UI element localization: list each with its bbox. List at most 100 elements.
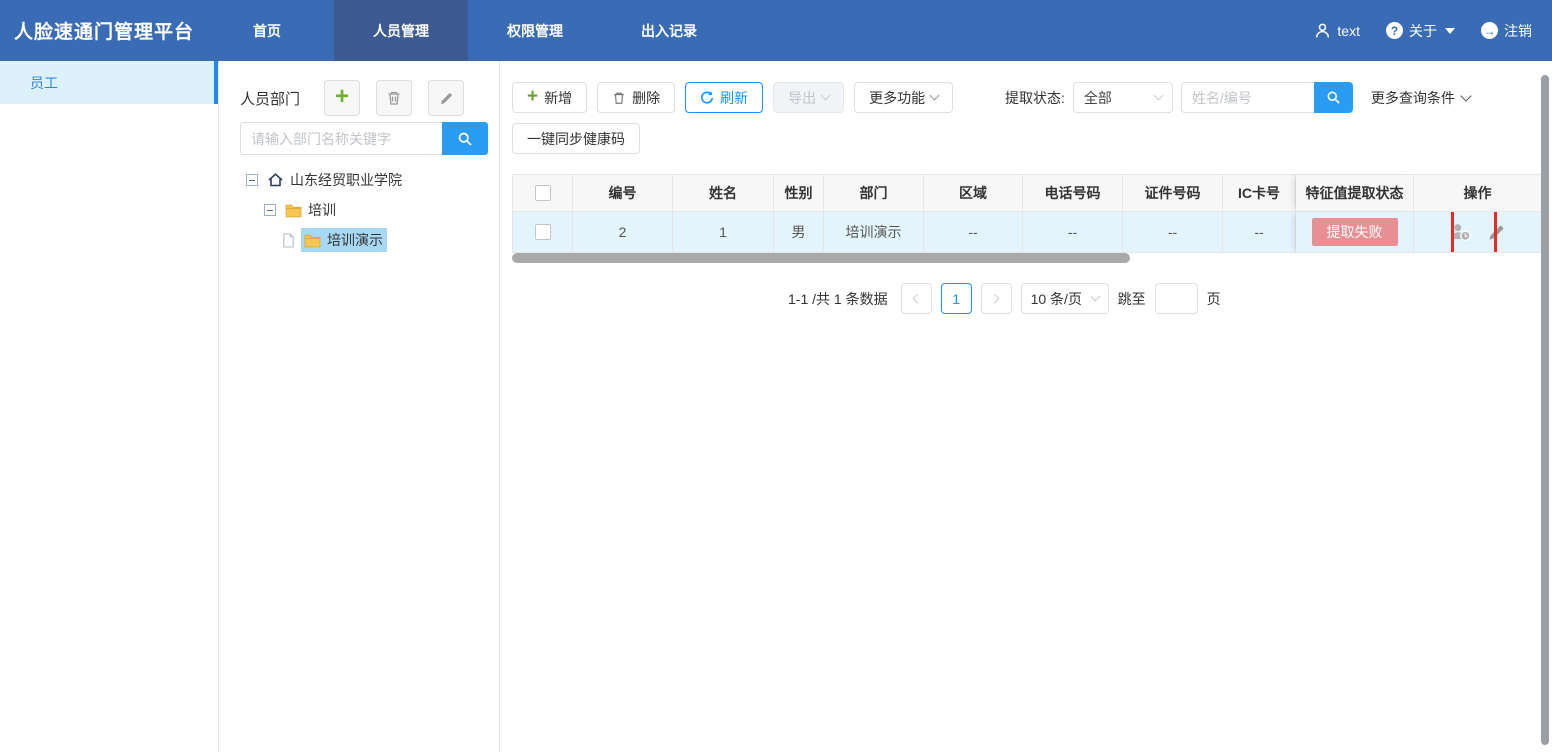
export-button-label: 导出 [788, 88, 816, 108]
department-panel: 人员部门 + [220, 61, 500, 752]
add-department-button[interactable]: + [324, 80, 360, 116]
tree-node-label: 山东经贸职业学院 [290, 170, 402, 190]
add-button-label: 新增 [544, 88, 572, 108]
cell-phone: -- [1023, 212, 1123, 253]
status-badge-failed: 提取失败 [1312, 218, 1398, 246]
tree-node-training[interactable]: 培训 [264, 199, 486, 221]
tree-node-training-demo[interactable]: 培训演示 [282, 229, 486, 251]
filter-bar: 提取状态: 全部 更多查询条件 [1005, 82, 1470, 113]
add-button[interactable]: + 新增 [512, 82, 587, 113]
col-ic-card: IC卡号 [1223, 175, 1296, 212]
home-icon [267, 172, 284, 188]
cell-id: 2 [573, 212, 673, 253]
about-menu[interactable]: ? 关于 [1386, 21, 1455, 41]
col-name: 姓名 [673, 175, 774, 212]
personnel-table: 编号 姓名 性别 部门 区域 电话号码 证件号码 IC卡号 特征值提取状态 操作… [512, 174, 1541, 253]
refresh-button[interactable]: 刷新 [685, 82, 763, 113]
collapse-icon[interactable] [246, 174, 258, 186]
status-filter-select[interactable]: 全部 [1073, 82, 1173, 113]
department-search-button[interactable] [442, 122, 488, 155]
row-checkbox-cell [513, 212, 573, 253]
document-icon [282, 233, 295, 248]
logout-button[interactable]: → 注销 [1481, 21, 1532, 41]
department-search-input[interactable] [240, 122, 442, 155]
sidebar-item-label: 员工 [30, 73, 58, 93]
tab-home[interactable]: 首页 [200, 0, 334, 61]
edit-row-icon[interactable] [1487, 223, 1506, 242]
logout-label: 注销 [1504, 21, 1532, 41]
tree-node-label: 培训 [308, 200, 336, 220]
department-panel-title: 人员部门 [240, 88, 300, 109]
name-search [1181, 82, 1353, 113]
delete-button[interactable]: 删除 [597, 82, 675, 113]
cell-operation [1414, 212, 1542, 253]
toolbar-row2: 一键同步健康码 [512, 123, 640, 154]
col-phone: 电话号码 [1023, 175, 1123, 212]
chevron-down-icon [930, 91, 940, 101]
about-label: 关于 [1409, 21, 1437, 41]
plus-icon: + [335, 85, 349, 109]
more-query-link[interactable]: 更多查询条件 [1371, 88, 1470, 108]
more-query-label: 更多查询条件 [1371, 88, 1455, 108]
col-gender: 性别 [774, 175, 824, 212]
user-menu[interactable]: text [1314, 22, 1360, 39]
sidebar-item-employee[interactable]: 员工 [0, 61, 218, 104]
pencil-icon [439, 91, 454, 106]
page-size-value: 10 条/页 [1031, 289, 1082, 309]
table-row: 2 1 男 培训演示 -- -- -- -- 提取失败 [513, 212, 1541, 253]
page-number-button[interactable]: 1 [941, 283, 972, 314]
pagination: 1-1 /共 1 条数据 1 10 条/页 跳至 页 [788, 283, 1221, 314]
magnifier-icon [1326, 90, 1341, 105]
plus-icon: + [527, 87, 538, 106]
next-page-button[interactable] [981, 283, 1012, 314]
trash-icon [612, 91, 626, 105]
delete-department-button[interactable] [376, 80, 412, 116]
user-icon [1314, 22, 1331, 39]
cell-name: 1 [673, 212, 774, 253]
col-id: 编号 [573, 175, 673, 212]
more-functions-button[interactable]: 更多功能 [854, 82, 953, 113]
horizontal-scrollbar-thumb[interactable] [512, 253, 1130, 263]
jump-page-input[interactable] [1155, 283, 1198, 314]
person-auth-icon[interactable] [1449, 222, 1473, 242]
edit-department-button[interactable] [428, 80, 464, 116]
left-sidebar: 员工 [0, 61, 219, 752]
status-filter-label: 提取状态: [1005, 88, 1065, 108]
tree-node-label: 培训演示 [327, 230, 383, 250]
chevron-left-icon [913, 294, 923, 304]
cell-ic-card: -- [1223, 212, 1296, 253]
tab-personnel[interactable]: 人员管理 [334, 0, 468, 61]
select-all-checkbox[interactable] [535, 185, 551, 201]
table-header-row: 编号 姓名 性别 部门 区域 电话号码 证件号码 IC卡号 特征值提取状态 操作 [513, 175, 1541, 212]
delete-button-label: 删除 [632, 88, 660, 108]
cell-gender: 男 [774, 212, 824, 253]
department-panel-header: 人员部门 + [240, 80, 480, 116]
cell-department: 培训演示 [824, 212, 924, 253]
page-size-select[interactable]: 10 条/页 [1021, 283, 1109, 314]
user-label: text [1337, 23, 1360, 39]
vertical-scrollbar-thumb[interactable] [1541, 75, 1549, 745]
export-button[interactable]: 导出 [773, 82, 844, 113]
header-right: text ? 关于 → 注销 [1314, 21, 1552, 41]
prev-page-button[interactable] [901, 283, 932, 314]
sync-health-code-label: 一键同步健康码 [527, 129, 625, 149]
tree-node-selected[interactable]: 培训演示 [301, 228, 387, 252]
col-feature-status: 特征值提取状态 [1296, 175, 1414, 212]
chevron-down-icon [1153, 91, 1163, 101]
col-id-number: 证件号码 [1123, 175, 1223, 212]
name-search-input[interactable] [1181, 82, 1314, 113]
tab-permissions[interactable]: 权限管理 [468, 0, 602, 61]
question-icon: ? [1386, 22, 1403, 39]
magnifier-icon [457, 131, 473, 147]
folder-icon [285, 203, 302, 218]
tree-node-college[interactable]: 山东经贸职业学院 [246, 169, 486, 191]
cell-feature-status: 提取失败 [1296, 212, 1414, 253]
tab-access-records[interactable]: 出入记录 [602, 0, 736, 61]
collapse-icon[interactable] [264, 204, 276, 216]
name-search-button[interactable] [1314, 82, 1353, 113]
main-content: + 新增 删除 刷新 导出 更多功能 [500, 61, 1552, 752]
col-operation: 操作 [1414, 175, 1542, 212]
sync-health-code-button[interactable]: 一键同步健康码 [512, 123, 640, 154]
row-checkbox[interactable] [535, 224, 551, 240]
col-department: 部门 [824, 175, 924, 212]
